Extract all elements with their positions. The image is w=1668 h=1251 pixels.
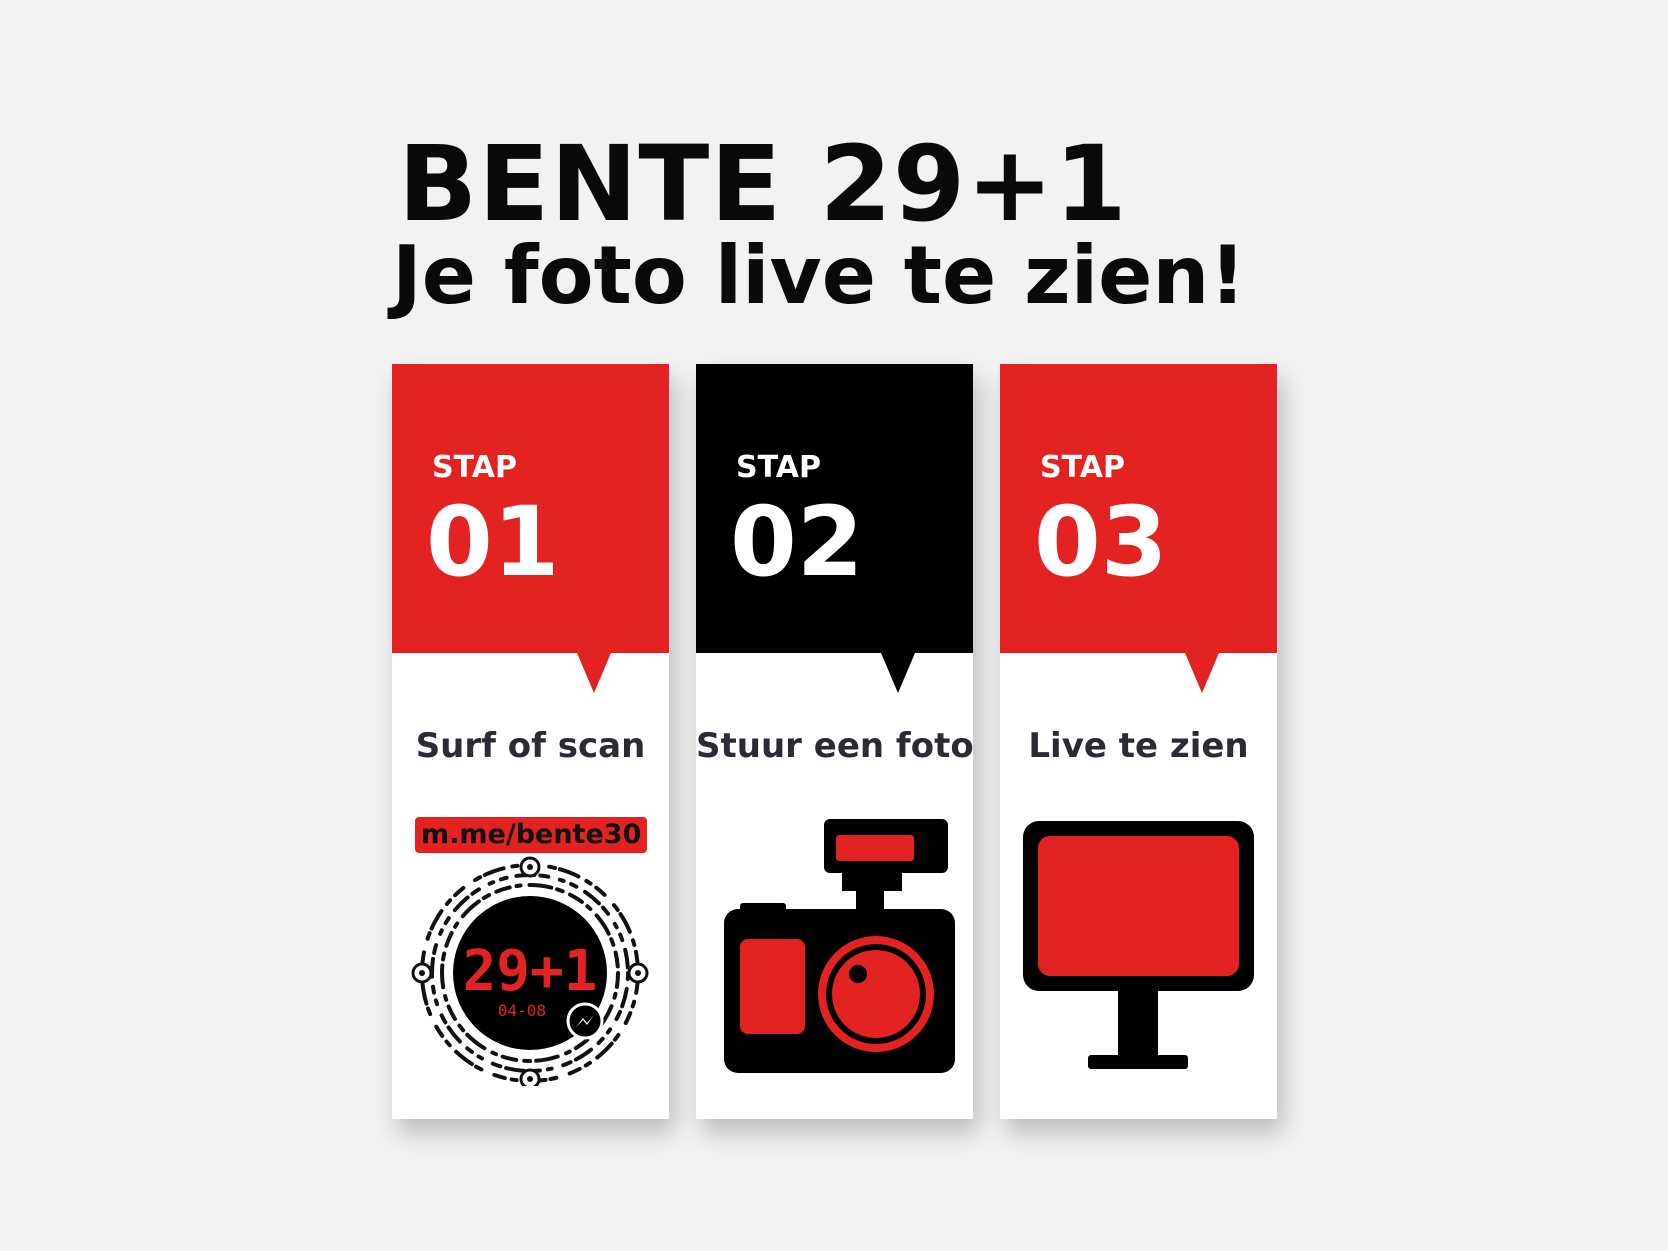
step-card-2: STAP 02 Stuur een foto — [696, 364, 974, 1119]
step-number: 02 — [730, 486, 864, 598]
step-number: 03 — [1034, 486, 1168, 598]
monitor-icon — [1023, 821, 1254, 1069]
step-header-3: STAP 03 — [1000, 364, 1277, 693]
step-prefix: STAP — [432, 450, 517, 485]
qr-messenger-code-icon[interactable]: 29+1 04-08 — [392, 856, 669, 1086]
pointer-arrow — [881, 653, 915, 693]
step-card-1: STAP 01 Surf of scan m.me/bente30 29+1 0… — [392, 364, 669, 1119]
page-subtitle: Je foto live te zien! — [392, 229, 1246, 322]
step-prefix: STAP — [1040, 450, 1125, 485]
step-label: Live te zien — [1028, 726, 1249, 766]
pointer-arrow — [1185, 653, 1219, 693]
code-date: 04-08 — [498, 1001, 546, 1020]
step-number: 01 — [426, 486, 560, 598]
step-prefix: STAP — [736, 450, 821, 485]
messenger-link[interactable]: m.me/bente30 — [415, 817, 648, 853]
step-label: Surf of scan — [415, 726, 646, 766]
pointer-arrow — [577, 653, 611, 693]
code-display: 29+1 — [463, 939, 598, 1004]
step-card-3: STAP 03 Live te zien — [1000, 364, 1277, 1119]
step-label: Stuur een foto — [696, 726, 974, 766]
step-header-2: STAP 02 — [696, 364, 973, 693]
camera-icon — [724, 819, 955, 1073]
page-title: BENTE 29+1 — [398, 123, 1128, 245]
step-header-1: STAP 01 — [392, 364, 669, 693]
